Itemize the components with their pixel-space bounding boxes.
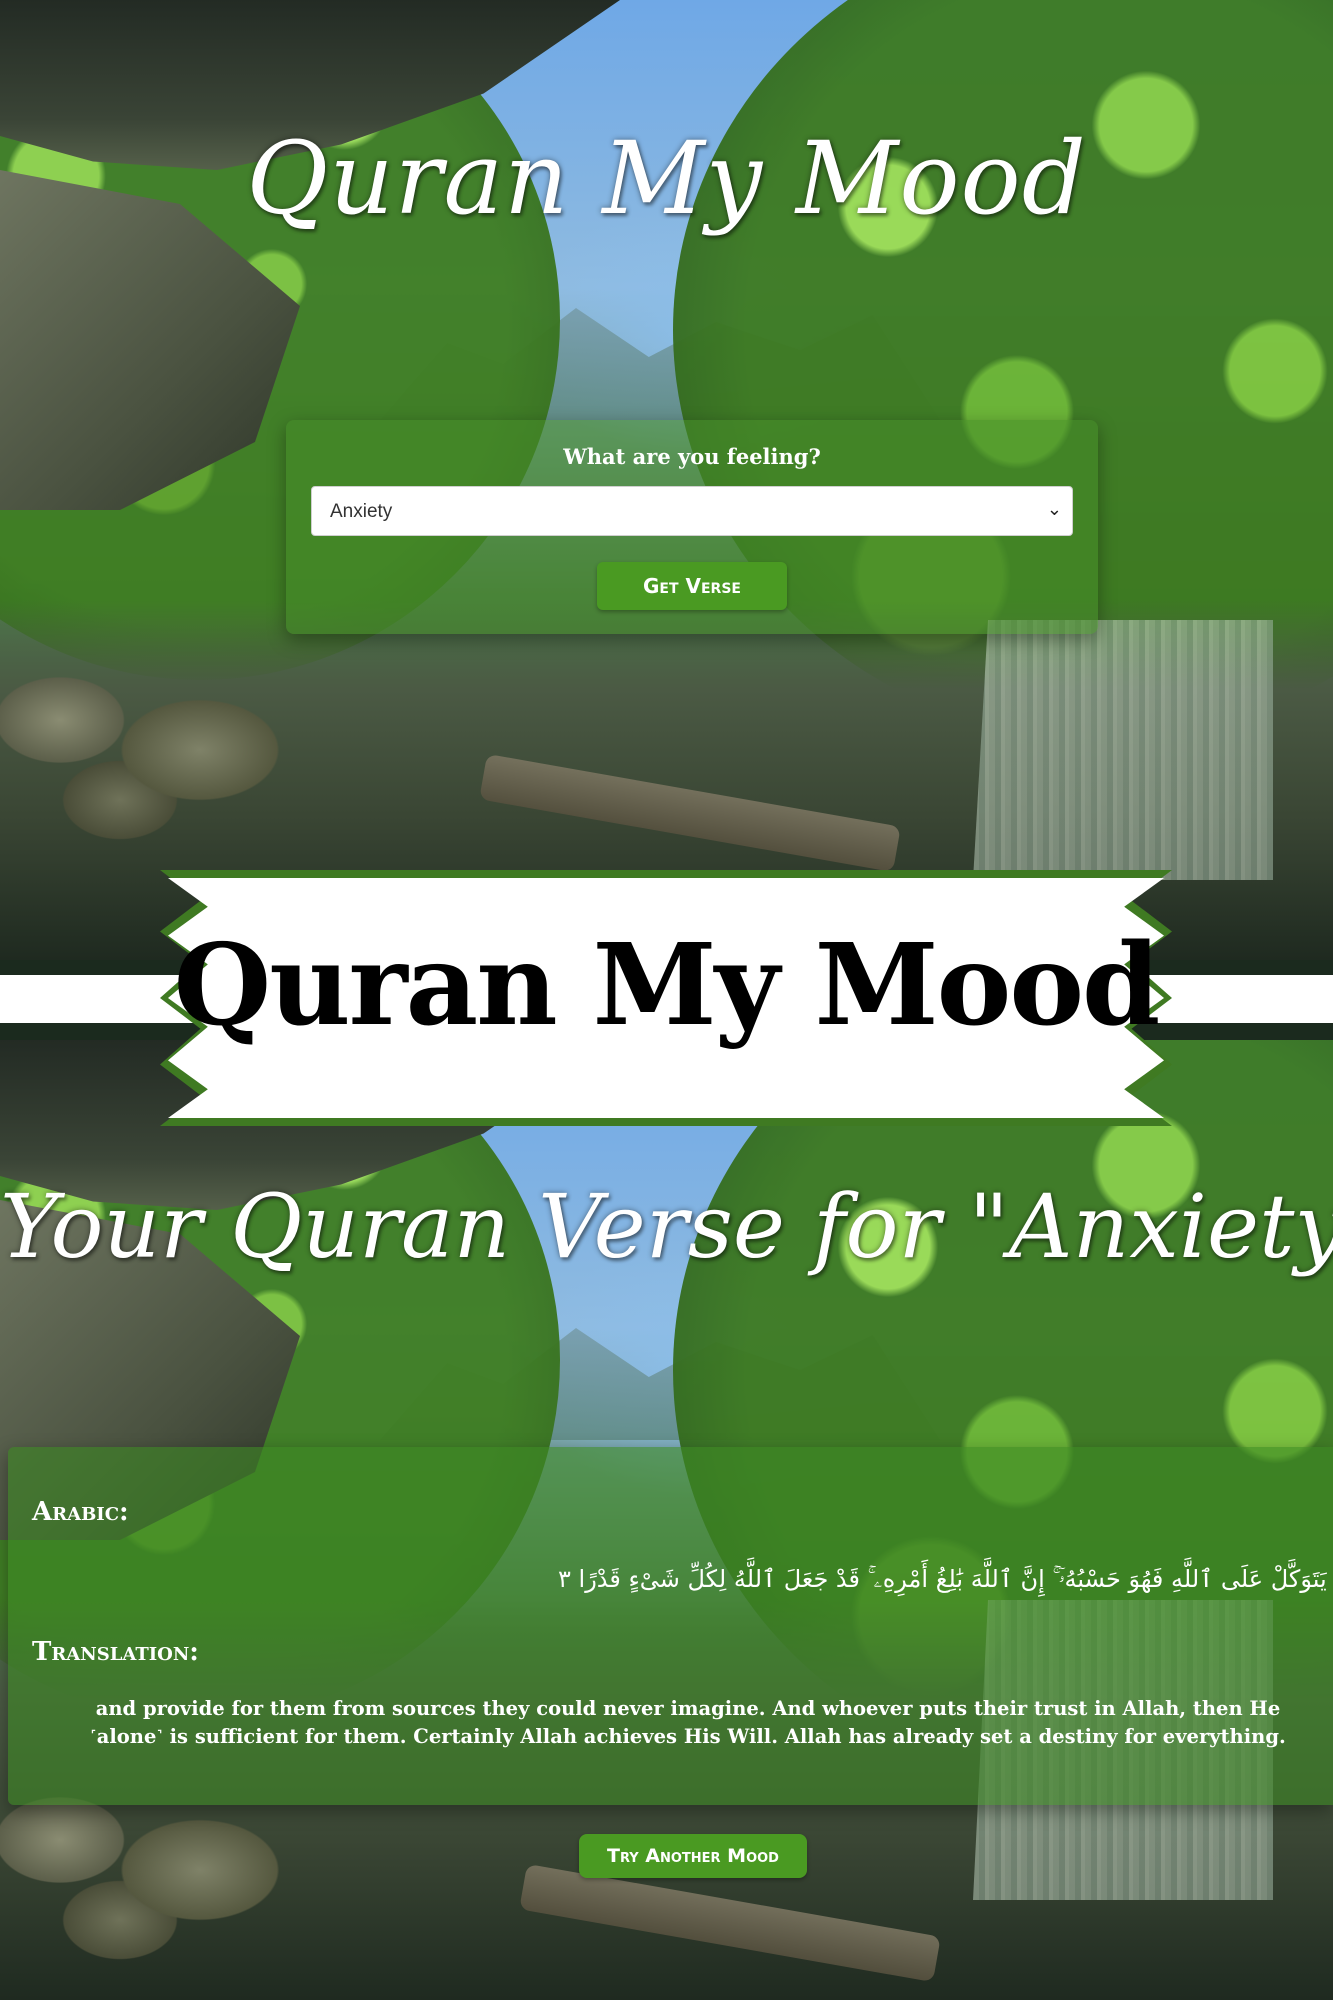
get-verse-button[interactable]: Get Verse: [597, 562, 787, 610]
translation-label: Translation:: [32, 1637, 199, 1667]
arabic-label: Arabic:: [32, 1497, 129, 1527]
app-title: Quran My Mood: [246, 120, 1087, 237]
verse-card: Arabic: وَيَرْزُقْهُ مِنْ حَيْثُ لَا يَح…: [8, 1447, 1333, 1805]
mood-select-value: Anxiety: [330, 501, 393, 522]
try-another-mood-button[interactable]: Try Another Mood: [579, 1834, 807, 1878]
mood-form-card: What are you feeling? Anxiety ⌄ Get Vers…: [286, 420, 1098, 634]
translation-text: and provide for them from sources they c…: [90, 1697, 1286, 1748]
mood-question-label: What are you feeling?: [563, 444, 821, 469]
mood-select[interactable]: Anxiety ⌄: [311, 486, 1073, 536]
arabic-verse: وَيَرْزُقْهُ مِنْ حَيْثُ لَا يَحْتَسِبُ …: [558, 1565, 1333, 1593]
result-title: Your Quran Verse for "Anxiety": [0, 1175, 1333, 1278]
chevron-down-icon: ⌄: [1046, 499, 1062, 520]
banner-title: Quran My Mood: [173, 920, 1161, 1051]
